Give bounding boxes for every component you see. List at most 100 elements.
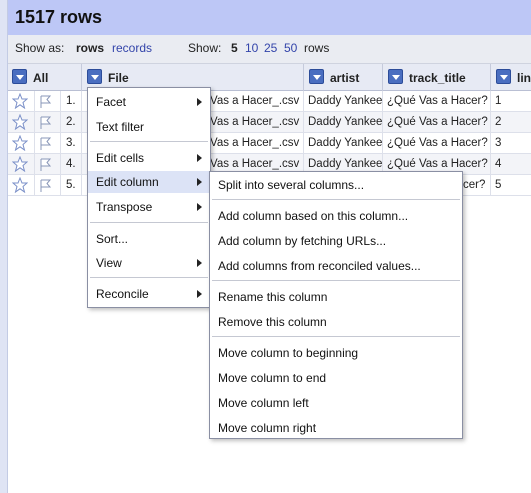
menu-item-reconcile[interactable]: Reconcile bbox=[88, 283, 210, 305]
track-title-value: ¿Qué Vas a Hacer? bbox=[387, 158, 488, 170]
column-label-file: File bbox=[108, 71, 129, 85]
line-value: 3 bbox=[495, 137, 502, 149]
menu-item-label: Edit cells bbox=[96, 151, 145, 165]
line-cell[interactable]: 4 bbox=[491, 154, 531, 175]
column-dropdown-menu: Facet Text filter Edit cells Edit column… bbox=[87, 87, 211, 308]
line-value: 5 bbox=[495, 179, 502, 191]
menu-item-transpose[interactable]: Transpose bbox=[88, 196, 210, 218]
star-cell[interactable] bbox=[8, 154, 35, 175]
row-number: 2. bbox=[66, 116, 76, 128]
show-label: Show: bbox=[188, 41, 222, 55]
artist-cell[interactable]: Daddy Yankee bbox=[304, 133, 383, 154]
submenu-arrow-icon bbox=[197, 154, 202, 162]
menu-item-label: Move column to beginning bbox=[218, 346, 359, 360]
menu-item-move-left[interactable]: Move column left bbox=[210, 392, 462, 414]
records-mode-link[interactable]: records bbox=[112, 41, 152, 55]
menu-item-edit-column[interactable]: Edit column bbox=[88, 171, 210, 193]
column-label-all: All bbox=[33, 71, 49, 85]
star-icon[interactable] bbox=[12, 135, 28, 151]
menu-item-move-to-beginning[interactable]: Move column to beginning bbox=[210, 342, 462, 364]
artist-value: Daddy Yankee bbox=[308, 158, 383, 170]
menu-item-text-filter[interactable]: Text filter bbox=[88, 116, 210, 138]
rows-mode-option[interactable]: rows bbox=[76, 41, 104, 55]
star-cell[interactable] bbox=[8, 112, 35, 133]
flag-cell[interactable] bbox=[35, 91, 61, 112]
line-dropdown-icon[interactable] bbox=[496, 69, 511, 84]
artist-value: Daddy Yankee bbox=[308, 137, 383, 149]
flag-icon[interactable] bbox=[37, 178, 53, 193]
flag-icon[interactable] bbox=[37, 136, 53, 151]
submenu-arrow-icon bbox=[197, 259, 202, 267]
track-title-cell[interactable]: ¿Qué Vas a Hacer? bbox=[383, 91, 491, 112]
track-title-value: ¿Qué Vas a Hacer? bbox=[387, 95, 488, 107]
menu-item-add-column-based[interactable]: Add column based on this column... bbox=[210, 205, 462, 227]
flag-cell[interactable] bbox=[35, 154, 61, 175]
track-title-dropdown-icon[interactable] bbox=[388, 69, 403, 84]
line-cell[interactable]: 2 bbox=[491, 112, 531, 133]
flag-icon[interactable] bbox=[37, 115, 53, 130]
star-icon[interactable] bbox=[12, 177, 28, 193]
line-cell[interactable]: 1 bbox=[491, 91, 531, 112]
star-cell[interactable] bbox=[8, 91, 35, 112]
page-size-50[interactable]: 50 bbox=[284, 41, 297, 55]
row-count-title: 1517 rows bbox=[15, 7, 103, 27]
menu-item-rename-column[interactable]: Rename this column bbox=[210, 286, 462, 308]
menu-item-edit-cells[interactable]: Edit cells bbox=[88, 147, 210, 169]
star-cell[interactable] bbox=[8, 133, 35, 154]
artist-value: Daddy Yankee bbox=[308, 116, 383, 128]
column-header-track-title: track_title bbox=[383, 64, 491, 91]
left-panel-edge bbox=[0, 0, 8, 493]
show-as-label: Show as: bbox=[15, 41, 65, 55]
column-header-artist: artist bbox=[304, 64, 383, 91]
file-dropdown-icon[interactable] bbox=[87, 69, 102, 84]
menu-item-label: Reconcile bbox=[96, 287, 149, 301]
artist-cell[interactable]: Daddy Yankee bbox=[304, 91, 383, 112]
star-cell[interactable] bbox=[8, 175, 35, 196]
star-icon[interactable] bbox=[12, 114, 28, 130]
line-value: 1 bbox=[495, 95, 502, 107]
menu-item-move-to-end[interactable]: Move column to end bbox=[210, 367, 462, 389]
menu-item-facet[interactable]: Facet bbox=[88, 91, 210, 113]
flag-cell[interactable] bbox=[35, 112, 61, 133]
line-cell[interactable]: 5 bbox=[491, 175, 531, 196]
menu-item-add-reconciled-columns[interactable]: Add columns from reconciled values... bbox=[210, 255, 462, 277]
all-dropdown-icon[interactable] bbox=[12, 69, 27, 84]
menu-item-add-column-fetch-urls[interactable]: Add column by fetching URLs... bbox=[210, 230, 462, 252]
line-value: 4 bbox=[495, 158, 502, 170]
menu-item-sort[interactable]: Sort... bbox=[88, 228, 210, 250]
menu-item-label: Add columns from reconciled values... bbox=[218, 259, 421, 273]
row-number-cell: 4. bbox=[61, 154, 82, 175]
column-label-track-title: track_title bbox=[409, 71, 466, 85]
row-number-cell: 1. bbox=[61, 91, 82, 112]
menu-item-move-right[interactable]: Move column right bbox=[210, 417, 462, 439]
page-size-5[interactable]: 5 bbox=[231, 41, 238, 55]
column-header-line: line bbox=[491, 64, 531, 91]
track-title-cell[interactable]: ¿Qué Vas a Hacer? bbox=[383, 112, 491, 133]
line-cell[interactable]: 3 bbox=[491, 133, 531, 154]
menu-separator bbox=[212, 199, 460, 200]
menu-item-remove-column[interactable]: Remove this column bbox=[210, 311, 462, 333]
rows-suffix: rows bbox=[304, 41, 330, 55]
artist-cell[interactable]: Daddy Yankee bbox=[304, 112, 383, 133]
openrefine-grid-view: 1517 rows Show as: rows records Show: 5 … bbox=[0, 0, 531, 493]
flag-cell[interactable] bbox=[35, 133, 61, 154]
artist-dropdown-icon[interactable] bbox=[309, 69, 324, 84]
menu-item-split-columns[interactable]: Split into several columns... bbox=[210, 174, 462, 196]
menu-item-view[interactable]: View bbox=[88, 252, 210, 274]
submenu-arrow-icon bbox=[197, 290, 202, 298]
edit-column-submenu: Split into several columns... Add column… bbox=[209, 171, 463, 439]
menu-item-label: View bbox=[96, 256, 122, 270]
flag-cell[interactable] bbox=[35, 175, 61, 196]
track-title-value: cer? bbox=[463, 179, 486, 191]
flag-icon[interactable] bbox=[37, 157, 53, 172]
star-icon[interactable] bbox=[12, 156, 28, 172]
menu-item-label: Split into several columns... bbox=[218, 178, 365, 192]
page-size-25[interactable]: 25 bbox=[264, 41, 277, 55]
menu-separator bbox=[90, 141, 208, 142]
row-number: 4. bbox=[66, 158, 76, 170]
track-title-cell[interactable]: ¿Qué Vas a Hacer? bbox=[383, 133, 491, 154]
page-size-10[interactable]: 10 bbox=[245, 41, 258, 55]
flag-icon[interactable] bbox=[37, 94, 53, 109]
star-icon[interactable] bbox=[12, 93, 28, 109]
line-value: 2 bbox=[495, 116, 502, 128]
